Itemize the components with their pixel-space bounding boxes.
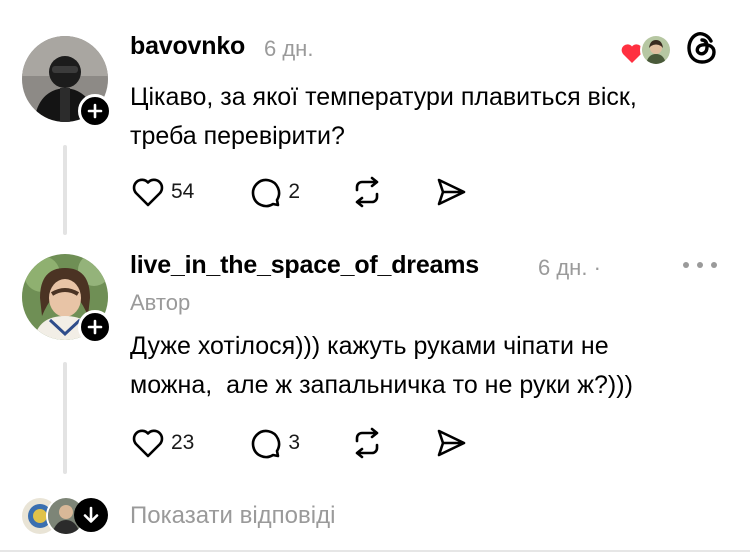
text-line: можна, але ж запальничка то не руки ж?))… <box>130 371 633 399</box>
more-options-button[interactable] <box>680 258 720 276</box>
username[interactable]: bavovnko <box>130 32 245 61</box>
comment-icon <box>252 429 281 459</box>
comment-count: 2 <box>288 180 301 203</box>
plus-icon <box>87 103 103 119</box>
text-line: Дуже хотілося))) кажуть руками чіпати не <box>130 332 609 360</box>
comment-button[interactable]: 3 <box>248 426 300 460</box>
repost-icon <box>355 427 379 459</box>
post-time[interactable]: 6 дн. <box>264 36 313 62</box>
time-value: 6 дн. <box>538 255 588 280</box>
action-bar: 23 3 <box>131 423 514 463</box>
text-line: Цікаво, за якої температури плавиться ві… <box>130 83 637 111</box>
arrow-down-icon <box>83 506 99 523</box>
share-icon <box>437 178 466 206</box>
threads-logo-icon[interactable] <box>686 30 718 71</box>
heart-icon <box>132 429 164 458</box>
repost-button[interactable] <box>350 175 384 209</box>
post-text: Цікаво, за якої температури плавиться ві… <box>130 78 637 156</box>
plus-icon <box>87 319 103 335</box>
like-button[interactable]: 54 <box>131 176 194 208</box>
thread-line <box>63 362 67 474</box>
share-icon <box>437 429 466 457</box>
username[interactable]: live_in_the_space_of_dreams <box>130 251 479 280</box>
follow-plus-button[interactable] <box>78 94 112 128</box>
post-time[interactable]: 6 дн. · <box>538 255 601 281</box>
like-button[interactable]: 23 <box>131 427 194 459</box>
text-line: треба перевірити? <box>130 122 345 150</box>
like-count: 54 <box>171 180 195 203</box>
show-replies-row[interactable]: Показати відповіді <box>0 496 750 536</box>
share-button[interactable] <box>434 175 468 209</box>
thread-line <box>63 145 67 235</box>
more-icon <box>683 262 717 268</box>
like-count: 23 <box>171 431 195 454</box>
author-badge: Автор <box>130 290 191 315</box>
heart-icon <box>132 178 164 207</box>
post-text: Дуже хотілося))) кажуть руками чіпати не… <box>130 327 633 405</box>
repost-button[interactable] <box>350 426 384 460</box>
comment-button[interactable]: 2 <box>248 175 300 209</box>
expand-replies-button[interactable] <box>74 498 108 532</box>
repost-icon <box>355 176 379 208</box>
show-replies-link[interactable]: Показати відповіді <box>130 502 335 530</box>
follow-plus-button[interactable] <box>78 310 112 344</box>
comment-count: 3 <box>288 431 301 454</box>
divider <box>0 550 750 552</box>
action-bar: 54 2 <box>131 172 514 212</box>
avatar <box>640 34 672 66</box>
liked-by-indicator[interactable] <box>620 32 672 66</box>
share-button[interactable] <box>434 426 468 460</box>
separator: · <box>593 255 601 280</box>
comment-icon <box>252 178 281 208</box>
